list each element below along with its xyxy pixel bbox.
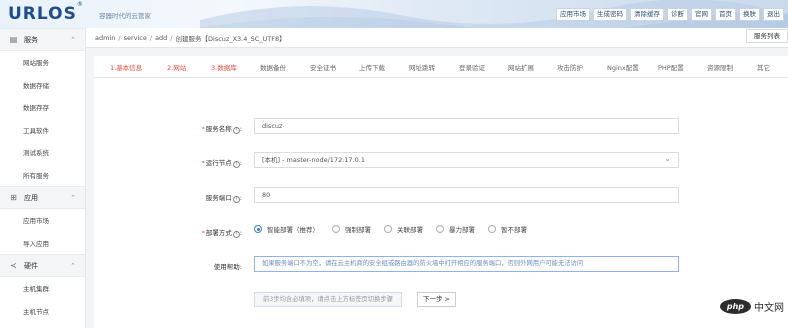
grid-icon: ⊞ [10,193,17,202]
nav-diagnose-button[interactable]: 诊断 [667,8,688,21]
tab-ssl-cert[interactable]: 安全证书 [310,62,359,72]
sidebar-item-tools[interactable]: 工具软件 [0,119,85,142]
nav-official-site-button[interactable]: 官网 [691,8,712,21]
sidebar-item-website-services[interactable]: 网站服务 [0,51,85,74]
php-cn-watermark: php 中文网 [719,299,784,314]
nav-logout-button[interactable]: 退出 [763,8,784,21]
help-icon[interactable]: ? [232,127,240,134]
sidebar: ▤ 服务 ⌃ 网站服务 数据存储 数据存存 工具软件 测试系统 所有服务 ⊞ 应… [0,28,86,328]
chevron-up-icon: ⌃ [70,194,76,202]
deploy-smart-radio[interactable]: 智能部署（推荐） [254,224,319,234]
nav-app-market-button[interactable]: 应用市场 [556,8,590,21]
sidebar-group-hardware[interactable]: ≺ 硬件 ⌃ [0,254,85,277]
tab-data-backup[interactable]: 数据备份 [260,62,310,72]
service-name-label: *服务名称?: [201,125,242,134]
tab-database[interactable]: 3.数据库 [211,62,260,72]
deploy-mode-radio-group: 智能部署（推荐） 强制部署 关联部署 暴力部署 暂不部署 [254,224,540,234]
sidebar-group-services[interactable]: ▤ 服务 ⌃ [0,28,85,51]
tab-site-extension[interactable]: 网站扩展 [508,62,557,72]
tab-php-config[interactable]: PHP配置 [658,62,707,72]
tab-basic-info[interactable]: 1.基本信息 [110,62,167,72]
deploy-linked-radio[interactable]: 关联部署 [384,224,423,234]
sidebar-item-import-app[interactable]: 导入应用 [0,232,85,255]
share-icon: ≺ [10,261,17,270]
breadcrumb-admin[interactable]: admin [95,34,115,42]
server-icon: ▤ [9,35,18,44]
usage-help-box: 如果服务端口不为空，请在云主机商的安全组或路由器的防火墙中打开相应的服务端口，否… [254,256,679,272]
sidebar-item-app-market[interactable]: 应用市场 [0,209,85,232]
breadcrumb-add[interactable]: add [155,34,167,42]
help-icon[interactable]: ? [232,196,240,203]
tab-nginx-config[interactable]: Nginx配置 [607,62,658,72]
tab-resource-limit[interactable]: 资源限制 [707,62,757,72]
deploy-none-radio[interactable]: 暂不部署 [488,224,527,234]
deploy-mode-label: *部署方式?: [201,229,242,238]
app-header: URLOS® 容器时代的云管家 应用市场 生成密码 清除缓存 诊断 官网 首页 … [0,0,788,28]
sidebar-group-apps[interactable]: ⊞ 应用 ⌃ [0,186,85,209]
sidebar-item-test-systems[interactable]: 测试系统 [0,141,85,164]
service-port-label: 服务端口?: [205,194,242,203]
service-name-input[interactable]: discuz [254,118,679,134]
tab-attack-protection[interactable]: 攻击防护 [557,62,607,72]
usage-help-label: 使用帮助: [213,263,242,271]
run-node-label: *运行节点?: [201,159,242,168]
tab-website[interactable]: 2.网站 [167,62,211,72]
run-node-select[interactable]: [本机] - master-node/172.17.0.1 [254,152,679,168]
deploy-brute-radio[interactable]: 暴力部署 [436,224,475,234]
nav-clear-cache-button[interactable]: 清除缓存 [630,8,664,21]
tab-bar: 1.基本信息 2.网站 3.数据库 数据备份 安全证书 上传下载 网址跳转 登录… [94,56,788,78]
sidebar-item-all-services[interactable]: 所有服务 [0,164,85,187]
nav-generate-password-button[interactable]: 生成密码 [593,8,627,21]
next-step-button[interactable]: 下一步 > [417,292,456,307]
chevron-up-icon: ⌃ [70,262,76,270]
urlos-logo[interactable]: URLOS® [8,1,84,24]
tab-upload-download[interactable]: 上传下载 [359,62,409,72]
service-list-button[interactable]: 服务列表 [746,29,788,43]
sidebar-item-host-cluster[interactable]: 主机集群 [0,277,85,300]
tab-other[interactable]: 其它 [757,62,777,72]
breadcrumb-current: 创建服务【Discuz_X3.4_SC_UTF8】 [175,34,286,43]
sidebar-item-data-store[interactable]: 数据存存 [0,96,85,119]
main-content: admin / service / add / 创建服务【Discuz_X3.4… [86,28,788,328]
help-icon[interactable]: ? [232,231,240,238]
prev-step-button: 前3步均含必填项，请点击上方标签页切换步骤 [254,292,402,307]
chevron-up-icon: ⌃ [70,36,76,44]
nav-home-button[interactable]: 首页 [715,8,736,21]
service-port-input[interactable]: 80 [254,187,679,203]
nav-skin-button[interactable]: 换肤 [739,8,760,21]
top-nav: 应用市场 生成密码 清除缓存 诊断 官网 首页 换肤 退出 [556,8,784,21]
tagline: 容器时代的云管家 [99,12,151,20]
sidebar-item-data-storage[interactable]: 数据存储 [0,74,85,97]
breadcrumb: admin / service / add / 创建服务【Discuz_X3.4… [86,28,788,48]
form-panel: 1.基本信息 2.网站 3.数据库 数据备份 安全证书 上传下载 网址跳转 登录… [94,56,788,328]
breadcrumb-service[interactable]: service [124,34,147,42]
deploy-force-radio[interactable]: 强制部署 [332,224,371,234]
sidebar-item-host-node[interactable]: 主机节点 [0,300,85,323]
help-icon[interactable]: ? [232,161,240,168]
tab-login-auth[interactable]: 登录验证 [459,62,508,72]
tab-url-redirect[interactable]: 网址跳转 [409,62,459,72]
